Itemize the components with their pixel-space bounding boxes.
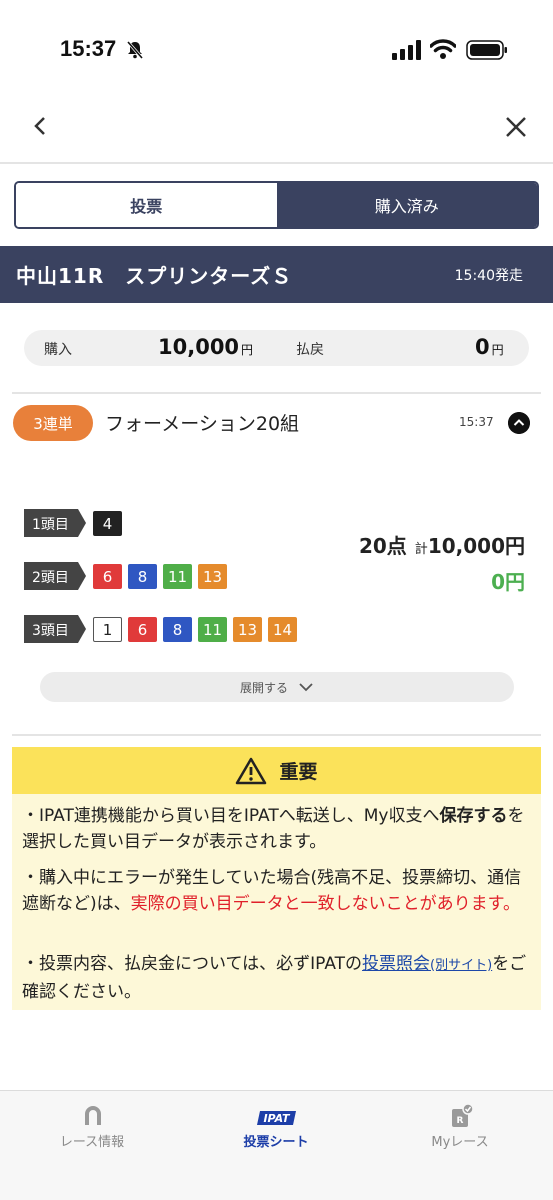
segment-control: 投票 購入済み	[14, 181, 539, 229]
horse-number-badge: 14	[268, 617, 297, 642]
totals-summary: 購入 10,000 円 払戻 0円	[24, 330, 529, 366]
tab-vote-sheet[interactable]: IPAT 投票シート	[184, 1091, 368, 1161]
warning-icon	[236, 757, 267, 784]
horse-number-badge: 8	[163, 617, 192, 642]
horse-number-list: 4	[93, 511, 122, 536]
horse-number-badge: 13	[233, 617, 262, 642]
bottom-tab-bar: レース情報 IPAT 投票シート R Myレース	[0, 1090, 553, 1200]
divider	[12, 392, 541, 394]
my-race-icon: R	[452, 1103, 474, 1127]
total-amount: 10,000円	[427, 534, 525, 558]
horse-number-list: 6 8 11 13	[93, 564, 227, 589]
bet-combination-label: フォーメーション20組	[105, 413, 300, 435]
tab-purchased[interactable]: 購入済み	[276, 183, 537, 227]
race-name: 中山11R スプリンターズＳ	[16, 264, 293, 288]
close-icon[interactable]	[503, 114, 529, 140]
race-start-time: 15:40発走	[454, 268, 523, 284]
horse-number-badge: 4	[93, 511, 122, 536]
race-header: 中山11R スプリンターズＳ 15:40発走	[0, 246, 553, 303]
status-time: 15:37	[60, 36, 117, 61]
horse-number-badge: 8	[128, 564, 157, 589]
collapse-chevron-icon[interactable]	[508, 412, 530, 434]
tab-race-info[interactable]: レース情報	[0, 1091, 184, 1161]
divider	[12, 734, 541, 736]
horse-number-badge: 13	[198, 564, 227, 589]
notice-paragraph-3: ・投票内容、払戻金については、必ずIPATの投票照会(別サイト)をご確認ください…	[22, 954, 527, 1002]
svg-text:IPAT: IPAT	[263, 1112, 291, 1125]
back-chevron-icon[interactable]	[28, 114, 52, 138]
svg-text:R: R	[457, 1116, 464, 1126]
tab-my-race[interactable]: R Myレース	[368, 1091, 552, 1161]
important-notice: 重要 ・IPAT連携機能から買い目をIPATへ転送し、My収支へ保存するを選択し…	[12, 747, 541, 1010]
position-label: 2頭目	[24, 562, 86, 590]
horse-number-badge: 6	[128, 617, 157, 642]
payout-label: 払戻	[296, 342, 324, 358]
tab-vote[interactable]: 投票	[16, 183, 277, 227]
bet-time: 15:37	[459, 415, 494, 429]
notice-paragraph-2: ・購入中にエラーが発生していた場合(残高不足、投票締切、通信遮断など)は、実際の…	[22, 868, 522, 914]
horse-number-badge: 1	[93, 617, 122, 642]
battery-icon	[466, 40, 507, 60]
horse-number-badge: 6	[93, 564, 122, 589]
bell-muted-icon	[126, 41, 144, 59]
points-count: 20点	[358, 534, 407, 558]
wifi-icon	[430, 39, 456, 59]
horse-number-list: 1 6 8 11 13 14	[93, 617, 297, 642]
bet-type-badge: 3連単	[13, 405, 93, 441]
status-bar: 15:37	[0, 0, 553, 100]
payout-amount: 0円	[475, 335, 504, 359]
vote-inquiry-link[interactable]: 投票照会(別サイト)	[362, 954, 492, 974]
horse-number-badge: 11	[163, 564, 192, 589]
notice-title: 重要	[279, 761, 318, 783]
horse-number-badge: 11	[198, 617, 227, 642]
bet-total: 20点 計10,000円	[359, 530, 525, 559]
total-prefix: 計	[414, 542, 428, 557]
ipat-icon: IPAT	[257, 1111, 296, 1125]
purchase-label: 購入	[44, 342, 72, 358]
notice-header: 重要	[12, 747, 541, 794]
notice-paragraph-1: ・IPAT連携機能から買い目をIPATへ転送し、My収支へ保存するを選択した買い…	[22, 806, 525, 852]
position-label: 1頭目	[24, 509, 86, 537]
purchase-amount: 10,000 円	[158, 335, 254, 359]
bet-payout: 0円	[491, 570, 525, 594]
horseshoe-icon	[85, 1106, 101, 1125]
position-label: 3頭目	[24, 615, 86, 643]
expand-button[interactable]: 展開する	[40, 672, 514, 702]
navigation-bar	[0, 100, 553, 164]
expand-label: 展開する	[239, 680, 288, 695]
signal-icon	[392, 40, 421, 60]
chevron-down-icon	[299, 683, 313, 692]
